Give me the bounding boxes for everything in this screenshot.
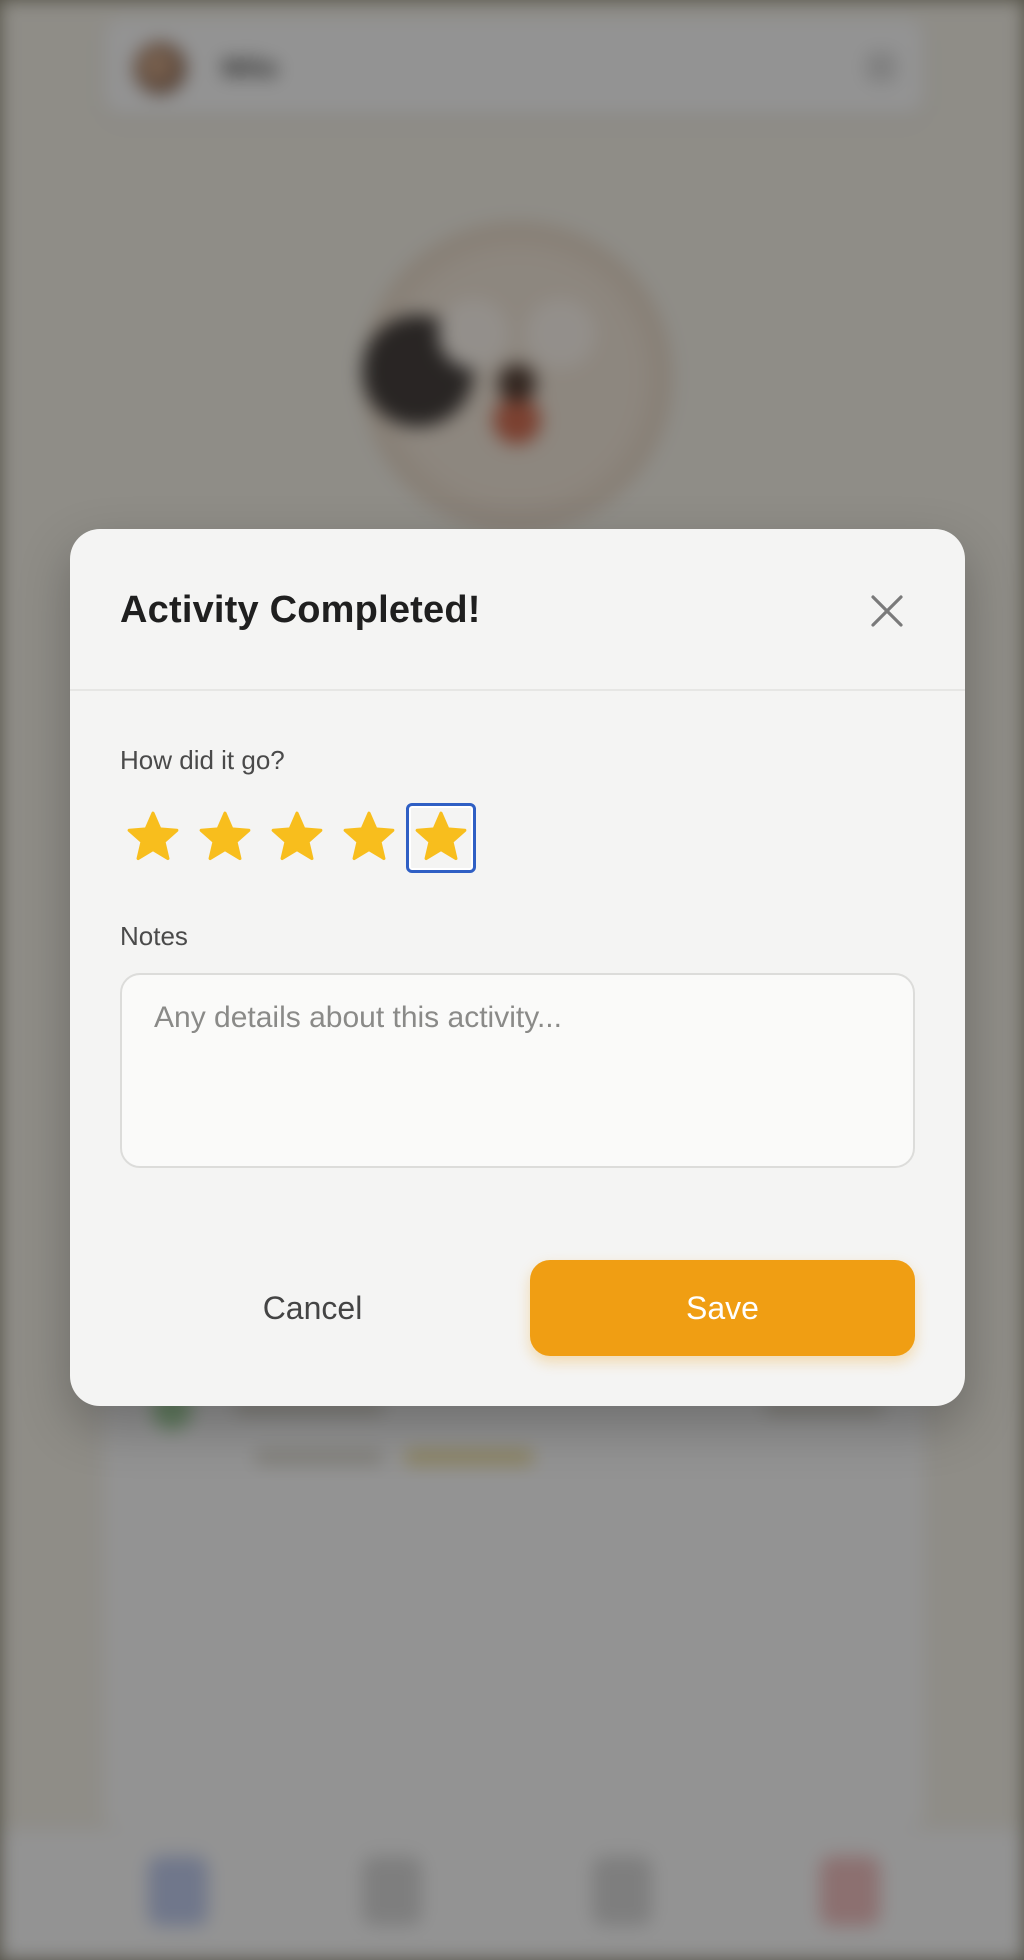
cancel-button[interactable]: Cancel [120,1260,505,1356]
activity-completed-dialog: Activity Completed! How did it go? Notes… [70,529,965,1406]
save-button[interactable]: Save [530,1260,915,1356]
star-2[interactable] [190,803,260,873]
star-icon [127,811,179,861]
rating-label: How did it go? [120,745,285,775]
star-icon [271,811,323,861]
star-icon [199,811,251,861]
star-3[interactable] [262,803,332,873]
close-icon [871,595,903,627]
notes-field[interactable] [120,973,915,1168]
dialog-header: Activity Completed! [70,529,965,691]
close-button[interactable] [859,583,915,639]
star-rating [118,803,476,873]
star-icon [343,811,395,861]
star-1[interactable] [118,803,188,873]
star-icon [415,811,467,861]
star-5[interactable] [406,803,476,873]
dialog-title: Activity Completed! [120,589,481,631]
notes-label: Notes [120,921,188,951]
star-4[interactable] [334,803,404,873]
